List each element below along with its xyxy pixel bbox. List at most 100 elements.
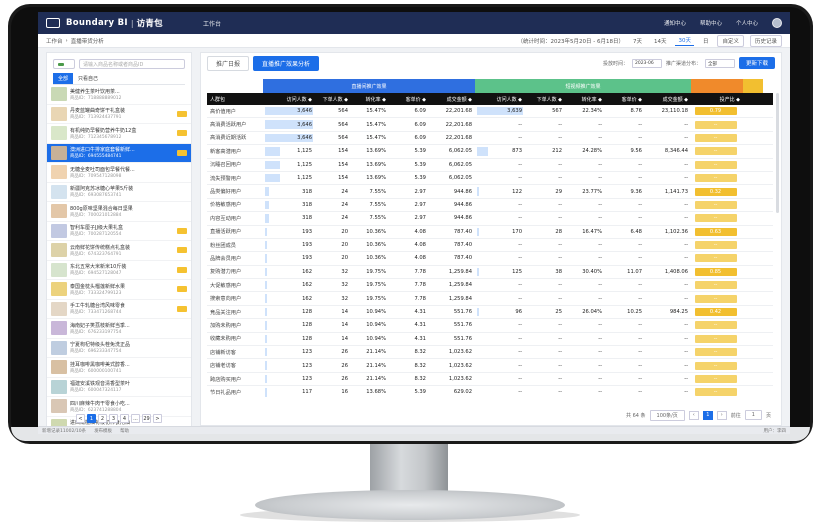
next-page-button[interactable]: › xyxy=(716,410,727,420)
table-row[interactable]: 高消费活跃用户 3,646 564 15.47% 6.09 22,201.68 -- -- --… xyxy=(207,118,773,132)
table-row[interactable]: 品类偏好用户 318 24 7.55% 2.97 944.86 122 29 23.77% 9.3… xyxy=(207,185,773,199)
table-column-header[interactable]: 客单价 ◆ xyxy=(605,93,645,105)
product-list-item[interactable]: 澳洲进口牛排家庭套餐新鲜... 商品ID：694555484741 xyxy=(47,143,191,163)
product-list-item[interactable]: 手工牛轧糖台湾风味零食 商品ID：733471268744 xyxy=(47,300,191,319)
table-column-header[interactable]: 投产比 ◆ xyxy=(691,93,743,105)
cell-value: 32 xyxy=(341,295,348,302)
table-row[interactable]: 直播活跃用户 193 20 10.36% 4.08 787.40 170 28 16.47% 6.… xyxy=(207,226,773,239)
table-row[interactable]: 收藏未购用户 128 14 10.94% 4.31 551.76 -- -- -- -- -- -- xyxy=(207,333,773,347)
product-list-item[interactable]: 有机纯奶早餐奶营养牛奶12盒 商品ID：712345678912 xyxy=(47,124,191,144)
product-list-item[interactable]: 宁夏枸杞特级头茬免洗正品 商品ID：696233347754 xyxy=(47,339,191,358)
roi-bar: 0.79 xyxy=(694,107,737,116)
tab-all[interactable]: 全部 xyxy=(53,73,74,84)
table-row[interactable]: 价格敏感用户 318 24 7.55% 2.97 944.86 -- -- -- -- -- -- xyxy=(207,199,773,213)
product-list-item[interactable]: 海南妃子笑荔枝新鲜当季... 商品ID：676233197754 xyxy=(47,319,191,339)
table-row[interactable]: 店铺老访客 123 26 21.14% 8.32 1,023.62 -- -- -- -- -- -- xyxy=(207,359,773,373)
pager-button[interactable]: 3 xyxy=(109,414,118,423)
table-row[interactable]: 流失预警用户 1,125 154 13.69% 5.39 6,062.05 -- -- -- --… xyxy=(207,172,773,186)
status-template[interactable]: 发布模板 xyxy=(94,428,112,434)
goto-input[interactable]: 1 xyxy=(744,410,762,420)
table-row[interactable]: 高价值用户 3,646 564 15.47% 6.09 22,201.68 3,639 567… xyxy=(207,105,773,119)
help-link[interactable]: 帮助中心 xyxy=(700,19,722,27)
table-column-header[interactable]: 人群包 xyxy=(207,93,263,105)
product-list-item[interactable]: 新疆阿克苏冰糖心苹果5斤装 商品ID：693087653741 xyxy=(47,183,191,202)
table-row[interactable]: 节日礼品用户 117 16 13.68% 5.39 629.02 -- -- -- -- -- -- xyxy=(207,386,773,397)
tab-mine[interactable]: 只看自己 xyxy=(73,73,103,84)
table-column-header[interactable]: 转化率 ◆ xyxy=(351,93,389,105)
table-column-header[interactable]: 转化率 ◆ xyxy=(565,93,605,105)
table-row[interactable]: 粉丝团成员 193 20 10.36% 4.08 787.40 -- -- -- -- -- -- xyxy=(207,239,773,253)
table-cell: 32 xyxy=(315,292,351,304)
table-row[interactable]: 竞品关注用户 128 14 10.94% 4.31 551.76 96 25 26.04% 10.… xyxy=(207,306,773,320)
table-row[interactable]: 沉睡召回用户 1,125 154 13.69% 5.39 6,062.05 -- -- -- --… xyxy=(207,159,773,172)
nav-workbench[interactable]: 工作台 xyxy=(203,19,221,28)
tab-daily-report[interactable]: 推广日报 xyxy=(207,55,250,71)
trailing-cell xyxy=(743,172,763,184)
product-list-item[interactable]: 福建安溪铁观音清香型茶叶 商品ID：600047324117 xyxy=(47,378,191,397)
cell-value: 新客高潜用户 xyxy=(210,148,242,155)
date-chip-14d[interactable]: 14天 xyxy=(651,36,670,46)
pager-button[interactable]: 2 xyxy=(98,414,107,423)
date-chip-day[interactable]: 日 xyxy=(700,36,712,46)
cell-value: -- xyxy=(558,201,562,208)
table-row[interactable]: 跨店购买用户 123 26 21.14% 8.32 1,023.62 -- -- -- -- -- -… xyxy=(207,373,773,387)
table-column-header[interactable]: 客单价 ◆ xyxy=(389,93,429,105)
product-search-input[interactable]: 请输入商品名称或者商品ID xyxy=(79,59,185,69)
table-column-header[interactable]: 下单人数 ◆ xyxy=(315,93,351,105)
cell-value: 944.86 xyxy=(453,201,472,208)
monitor-stand-base xyxy=(255,490,565,520)
table-scrollbar[interactable] xyxy=(776,93,779,213)
product-list-item[interactable]: 无糖全麦吐司面包早餐代餐... 商品ID：709547128098 xyxy=(47,163,191,183)
profile-link[interactable]: 个人中心 xyxy=(736,19,758,27)
download-button[interactable]: 更新下载 xyxy=(738,57,775,69)
history-button[interactable]: 历史记录 xyxy=(749,34,782,47)
avatar[interactable] xyxy=(772,18,782,28)
status-help[interactable]: 帮助 xyxy=(120,428,129,434)
table-column-header[interactable]: 访问人数 ◆ xyxy=(263,93,315,105)
pager-button[interactable]: < xyxy=(76,414,85,423)
product-list-item[interactable]: 泰国金枕头榴莲新鲜水果 商品ID：733324799123 xyxy=(47,280,191,300)
table-row[interactable]: 高消费近期活跃 3,646 564 15.47% 6.09 22,201.68 -- -- --… xyxy=(207,132,773,146)
product-list-item[interactable]: 智利车厘子JJ级大果礼盒 商品ID：700287120554 xyxy=(47,222,191,241)
product-list-item[interactable]: 丹麦蓝罐曲奇饼干礼盒装 商品ID：713924437791 xyxy=(47,105,191,124)
table-row[interactable]: 大促敏感用户 162 32 19.75% 7.78 1,259.84 -- -- -- -- -- -… xyxy=(207,279,773,293)
channel-select[interactable]: 全部 xyxy=(704,58,735,68)
product-list-item[interactable]: 美健养生茶叶饮用茶... 商品ID：718888889012 xyxy=(47,85,191,105)
visitor-bar xyxy=(477,227,480,236)
table-column-header[interactable]: 成交金额 ◆ xyxy=(429,93,475,105)
table-row[interactable]: 店铺新访客 123 26 21.14% 8.32 1,023.62 -- -- -- -- -- -- xyxy=(207,346,773,360)
pager-button[interactable]: ... xyxy=(131,414,140,423)
notification-link[interactable]: 通知中心 xyxy=(664,19,686,27)
pager-button[interactable]: 29 xyxy=(142,414,151,423)
monitor-bezel: Boundary BI | 访青包 工作台 通知中心 帮助中心 个人中心 工作台… xyxy=(8,4,813,444)
category-select[interactable] xyxy=(53,59,75,69)
table-column-header[interactable]: 访问人数 ◆ xyxy=(475,93,525,105)
product-list-item[interactable]: 东北五常大米新米10斤装 商品ID：694527128047 xyxy=(47,261,191,280)
table-column-header[interactable]: 成交金额 ◆ xyxy=(645,93,691,105)
product-list-item[interactable]: 挂耳咖啡黑咖啡美式醇香... 商品ID：600000100741 xyxy=(47,358,191,378)
page-size-select[interactable]: 100条/页 xyxy=(649,409,685,421)
visitor-bar xyxy=(265,348,267,357)
custom-date-button[interactable]: 自定义 xyxy=(717,34,744,47)
table-column-header[interactable] xyxy=(743,93,763,105)
table-row[interactable]: 复购潜力用户 162 32 19.75% 7.78 1,259.84 125 38 30.40%… xyxy=(207,266,773,280)
product-list-item[interactable]: 云南鲜花饼传统糕点礼盒装 商品ID：674323764791 xyxy=(47,241,191,261)
table-column-header[interactable]: 下单人数 ◆ xyxy=(525,93,565,105)
pager-button[interactable]: 1 xyxy=(87,414,96,423)
table-row[interactable]: 品牌会员用户 193 20 10.36% 4.08 787.40 -- -- -- -- -- -- xyxy=(207,252,773,266)
product-list-item[interactable]: 800g原味坚果混合每日坚果 商品ID：700021012884 xyxy=(47,202,191,222)
date-chip-7d[interactable]: 7天 xyxy=(630,36,645,46)
table-row[interactable]: 内容互动用户 318 24 7.55% 2.97 944.86 -- -- -- -- -- -- xyxy=(207,212,773,226)
cell-value: -- xyxy=(684,322,688,329)
breadcrumb-home[interactable]: 工作台 xyxy=(46,37,63,45)
date-chip-30d[interactable]: 30天 xyxy=(675,35,694,46)
prev-page-button[interactable]: ‹ xyxy=(688,410,699,420)
pager-button[interactable]: 4 xyxy=(120,414,129,423)
tab-live-analysis[interactable]: 直播推广效果分析 xyxy=(253,55,320,71)
table-row[interactable]: 新客高潜用户 1,125 154 13.69% 5.39 6,062.05 873 212 24… xyxy=(207,145,773,159)
month-input[interactable]: 2023-06 xyxy=(631,58,662,68)
page-button[interactable]: 1 xyxy=(702,410,713,420)
table-row[interactable]: 搜索意向用户 162 32 19.75% 7.78 1,259.84 -- -- -- -- -- -… xyxy=(207,292,773,306)
table-row[interactable]: 加购未购用户 128 14 10.94% 4.31 551.76 -- -- -- -- -- -- xyxy=(207,319,773,333)
pager-button[interactable]: > xyxy=(153,414,162,423)
